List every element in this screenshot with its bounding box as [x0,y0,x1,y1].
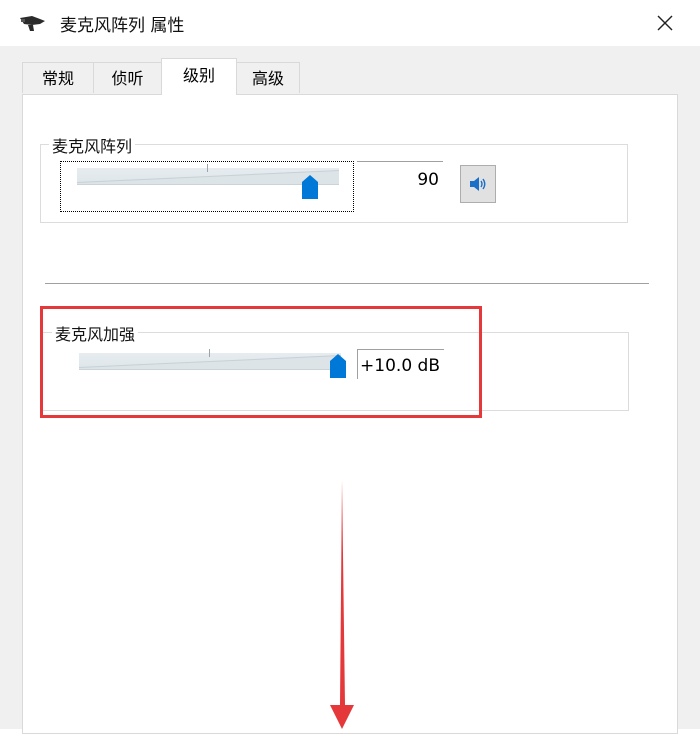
mic-array-value-text: 90 [417,170,439,190]
mic-array-value[interactable]: 90 [357,161,443,195]
tab-general-label: 常规 [41,69,74,88]
title-bar: 麦克风阵列 属性 [0,0,700,46]
tab-levels-label: 级别 [182,66,215,85]
tab-advanced[interactable]: 高级 [236,62,300,93]
mute-button[interactable] [460,165,496,203]
window-title: 麦克风阵列 属性 [60,16,185,36]
tab-levels[interactable]: 级别 [161,58,237,95]
microphone-icon [20,16,45,31]
close-icon [657,15,673,31]
highlight-box [40,306,482,418]
mic-array-tick [207,164,208,172]
speaker-icon [470,177,486,191]
tab-general[interactable]: 常规 [22,62,94,93]
tab-listen-label: 侦听 [111,69,144,88]
arrow-down-icon [330,480,354,729]
mic-array-label: 麦克风阵列 [49,133,136,157]
mic-array-slider[interactable] [60,161,354,212]
tab-listen[interactable]: 侦听 [93,62,162,93]
tab-advanced-label: 高级 [251,69,284,88]
volume-ramp-icon [77,170,339,184]
separator [45,283,649,284]
close-button[interactable] [630,0,700,46]
mic-array-track [77,168,339,185]
mic-array-thumb[interactable] [301,174,319,200]
